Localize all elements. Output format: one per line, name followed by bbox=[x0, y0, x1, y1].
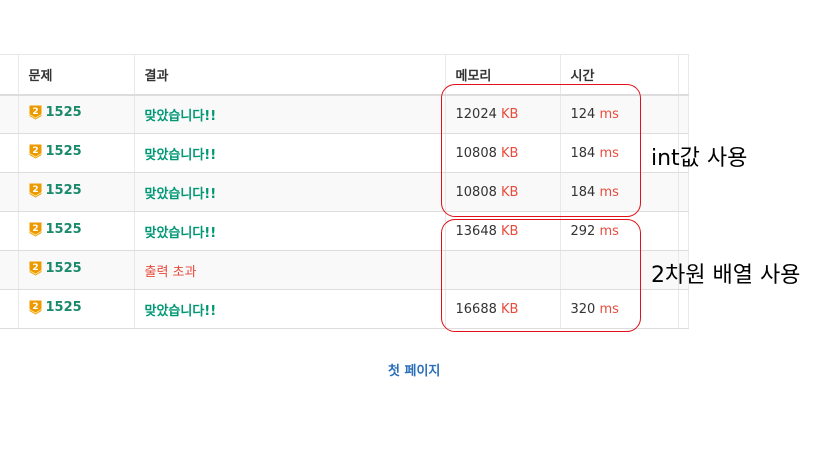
row-rest bbox=[677, 94, 689, 134]
result-cell: 맞았습니다!! bbox=[133, 211, 445, 251]
gold-tier-badge-icon: 2 bbox=[28, 300, 42, 314]
problem-link[interactable]: 2 1525 bbox=[28, 182, 82, 198]
row-spacer bbox=[0, 172, 18, 212]
first-page-link[interactable]: 첫 페이지 bbox=[388, 360, 440, 379]
problem-cell: 2 1525 bbox=[17, 94, 134, 134]
problem-cell: 2 1525 bbox=[17, 211, 134, 251]
problem-link[interactable]: 2 1525 bbox=[28, 104, 82, 120]
row-spacer bbox=[0, 289, 18, 329]
tier-level: 2 bbox=[32, 185, 38, 195]
row-rest bbox=[677, 172, 689, 212]
header-rest bbox=[677, 54, 689, 96]
problem-cell: 2 1525 bbox=[17, 172, 134, 212]
row-spacer bbox=[0, 250, 18, 290]
problem-cell: 2 1525 bbox=[17, 250, 134, 290]
tier-level: 2 bbox=[32, 107, 38, 117]
result-text: 출력 초과 bbox=[144, 264, 197, 280]
gold-tier-badge-icon: 2 bbox=[28, 144, 42, 158]
problem-link[interactable]: 2 1525 bbox=[28, 143, 82, 159]
result-cell: 출력 초과 bbox=[133, 250, 445, 290]
gold-tier-badge-icon: 2 bbox=[28, 261, 42, 275]
tier-level: 2 bbox=[32, 146, 38, 156]
result-text: 맞았습니다!! bbox=[144, 225, 217, 241]
result-text: 맞았습니다!! bbox=[144, 147, 217, 163]
tier-level: 2 bbox=[32, 302, 38, 312]
annotation-int-label: int값 사용 bbox=[651, 146, 748, 171]
gold-tier-badge-icon: 2 bbox=[28, 105, 42, 120]
result-text: 맞았습니다!! bbox=[144, 108, 217, 124]
problem-id: 1525 bbox=[45, 260, 82, 276]
result-cell: 맞았습니다!! bbox=[133, 289, 445, 329]
row-rest bbox=[677, 211, 689, 251]
problem-link[interactable]: 2 1525 bbox=[28, 221, 82, 237]
row-spacer bbox=[0, 133, 18, 173]
header-spacer bbox=[0, 54, 18, 96]
row-spacer bbox=[0, 94, 18, 134]
result-text: 맞았습니다!! bbox=[144, 303, 217, 319]
problem-id: 1525 bbox=[45, 104, 82, 120]
problem-cell: 2 1525 bbox=[17, 133, 134, 173]
problem-id: 1525 bbox=[45, 299, 82, 315]
gold-tier-badge-icon: 2 bbox=[28, 183, 42, 197]
problem-id: 1525 bbox=[45, 143, 82, 159]
header-problem: 문제 bbox=[17, 54, 134, 96]
result-cell: 맞았습니다!! bbox=[133, 172, 445, 212]
tier-level: 2 bbox=[32, 263, 38, 273]
gold-tier-badge-icon: 2 bbox=[28, 222, 42, 236]
annotation-box-int bbox=[441, 84, 641, 217]
row-rest bbox=[677, 289, 689, 329]
annotation-box-array bbox=[441, 219, 641, 332]
result-cell: 맞았습니다!! bbox=[133, 133, 445, 173]
result-text: 맞았습니다!! bbox=[144, 186, 217, 202]
header-result: 결과 bbox=[133, 54, 445, 96]
tier-level: 2 bbox=[32, 224, 38, 234]
result-cell: 맞았습니다!! bbox=[133, 94, 445, 134]
annotation-array-label: 2차원 배열 사용 bbox=[651, 263, 801, 288]
problem-id: 1525 bbox=[45, 221, 82, 237]
problem-cell: 2 1525 bbox=[17, 289, 134, 329]
problem-link[interactable]: 2 1525 bbox=[28, 260, 82, 276]
problem-id: 1525 bbox=[45, 182, 82, 198]
problem-link[interactable]: 2 1525 bbox=[28, 299, 82, 315]
row-spacer bbox=[0, 211, 18, 251]
